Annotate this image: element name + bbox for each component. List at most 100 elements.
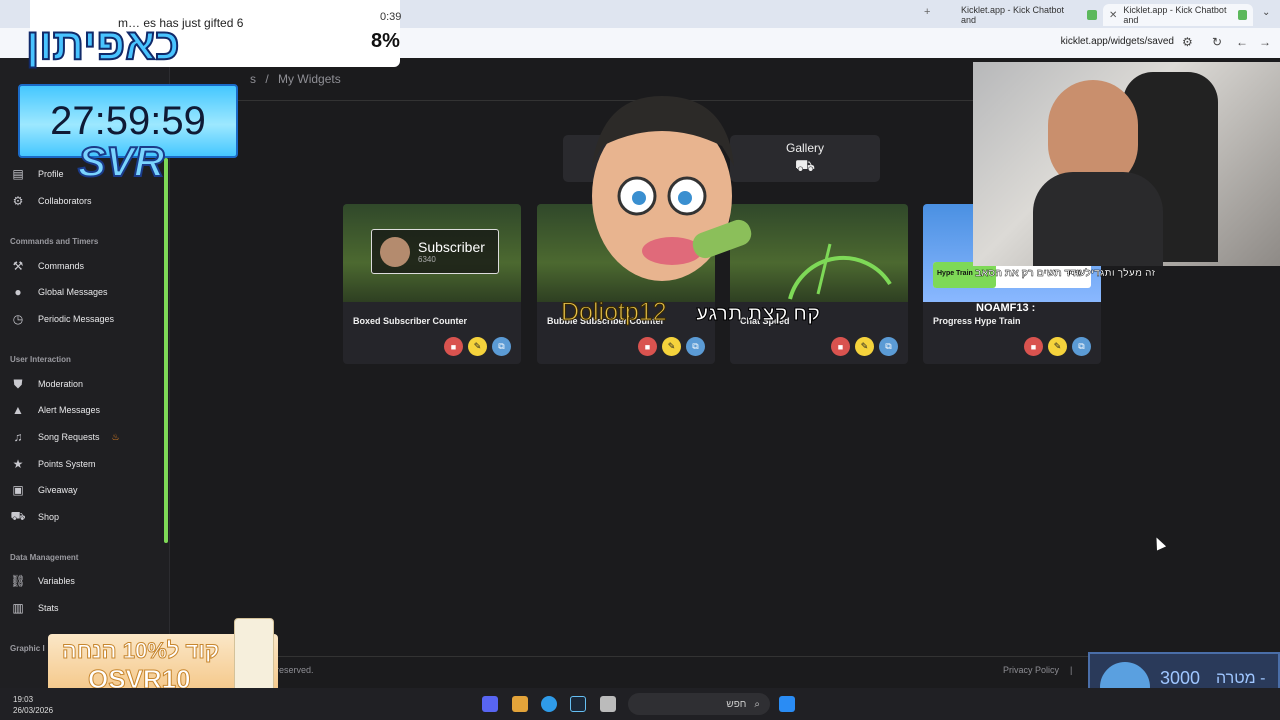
forward-icon[interactable]: → — [1259, 35, 1271, 49]
copy-icon: ⧉ — [498, 341, 505, 351]
sidebar-item-label: Stats — [38, 603, 59, 613]
delete-widget-button[interactable]: ■ — [831, 337, 850, 356]
sidebar-item-commands[interactable]: ⚒ Commands — [10, 257, 84, 275]
webcam-feed — [973, 62, 1280, 266]
duplicate-widget-button[interactable]: ⧉ — [492, 337, 511, 356]
streamer-body — [1033, 172, 1163, 266]
copy-icon: ⧉ — [692, 341, 699, 351]
close-tab-icon[interactable]: ✕ — [1109, 10, 1117, 21]
edit-widget-button[interactable]: ✎ — [468, 337, 487, 356]
trash-icon: ■ — [450, 341, 457, 352]
wrench-icon: ⚒ — [12, 259, 24, 273]
url-field[interactable]: kicklet.app/widgets/saved — [1061, 36, 1174, 47]
edit-widget-button[interactable]: ✎ — [662, 337, 681, 356]
breadcrumb-parent[interactable]: s — [250, 72, 256, 86]
chat-icon: ● — [14, 285, 22, 299]
edit-widget-button[interactable]: ✎ — [1048, 337, 1067, 356]
delete-widget-button[interactable]: ■ — [638, 337, 657, 356]
section-data-management: Data Management — [10, 553, 79, 562]
sidebar-item-song-requests[interactable]: ♫ Song Requests ♨ — [10, 428, 120, 446]
section-user-interaction: User Interaction — [10, 355, 71, 364]
back-icon[interactable]: ← — [1236, 35, 1248, 49]
taskbar-search[interactable]: חפש ⌕ — [628, 693, 770, 715]
copy-icon: ⧉ — [1078, 341, 1085, 351]
sidebar-item-points-system[interactable]: ★ Points System — [10, 455, 96, 473]
steam-icon[interactable] — [570, 696, 586, 712]
kicklet-favicon-icon — [1238, 10, 1247, 20]
task-view-icon[interactable] — [600, 696, 616, 712]
sidebar-item-periodic-messages[interactable]: ◷ Periodic Messages — [10, 310, 114, 328]
delete-widget-button[interactable]: ■ — [444, 337, 463, 356]
goal-target: 3000 — [1160, 668, 1201, 688]
shield-icon: ⛊ — [13, 376, 23, 391]
clock[interactable]: 19:03 26/03/2026 — [13, 694, 53, 716]
mouse-cursor-icon — [1151, 535, 1167, 551]
discord-icon[interactable] — [482, 696, 498, 712]
sidebar-item-moderation[interactable]: ⛊ Moderation — [10, 375, 83, 393]
sidebar-item-label: Variables — [38, 576, 75, 586]
trash-icon: ■ — [1030, 341, 1037, 352]
reload-icon[interactable]: ↻ — [1212, 35, 1222, 49]
copyright-text: reserved. — [276, 665, 314, 675]
chat-username: NOAMF13 : — [976, 302, 1036, 314]
sidebar-item-global-messages[interactable]: ● Global Messages — [10, 283, 108, 301]
link-icon: ⛓ — [10, 574, 26, 588]
sidebar-scrollbar[interactable] — [164, 158, 168, 543]
tab-title: Kicklet.app - Kick Chatbot and — [961, 5, 1065, 25]
warning-icon: ▲ — [12, 403, 24, 417]
pencil-icon: ✎ — [860, 341, 869, 351]
sidebar-item-collaborators[interactable]: ⚙ Collaborators — [10, 192, 92, 210]
clock-icon: ◷ — [12, 312, 24, 326]
channel-tag: SVR — [77, 137, 165, 186]
sidebar-item-alert-messages[interactable]: ▲ Alert Messages — [10, 401, 100, 419]
chrome-icon[interactable] — [541, 696, 557, 712]
profile-icon: ▤ — [12, 167, 24, 181]
sidebar-item-label: Periodic Messages — [38, 314, 115, 324]
sidebar-item-profile[interactable]: ▤ Profile — [10, 165, 64, 183]
promo-text: קוד ל10% הנחה — [61, 638, 220, 664]
windows-start-icon[interactable] — [779, 696, 795, 712]
app-icon[interactable] — [512, 696, 528, 712]
duplicate-widget-button[interactable]: ⧉ — [1072, 337, 1091, 356]
clock-time: 19:03 — [13, 695, 34, 704]
browser-tab[interactable]: Kicklet.app - Kick Chatbot and — [955, 4, 1103, 26]
streamer-avatar-overlay — [592, 96, 752, 281]
subscriber-label: Subscriber — [418, 239, 485, 255]
duplicate-widget-button[interactable]: ⧉ — [686, 337, 705, 356]
sidebar-item-giveaway[interactable]: ▣ Giveaway — [10, 481, 77, 499]
breadcrumb: s / My Widgets — [250, 72, 341, 86]
scrolling-ticker: זה מעלך ותגדילעודד תשים רק את הסאב — [975, 268, 1156, 279]
section-graphic: Graphic I — [10, 644, 45, 653]
cart-icon: ⛟ — [10, 509, 26, 523]
tab-list-chevron-icon[interactable]: ⌄ — [1262, 7, 1270, 18]
sidebar-item-stats[interactable]: ▥ Stats — [10, 599, 59, 617]
search-icon: ⌕ — [754, 698, 760, 710]
sidebar-item-label: Moderation — [38, 379, 84, 389]
sidebar-item-label: Global Messages — [38, 287, 108, 297]
widget-preview: Subscriber 6340 — [343, 204, 521, 302]
new-tab-icon[interactable]: + — [924, 6, 930, 18]
browser-tab-active[interactable]: ✕ Kicklet.app - Kick Chatbot and — [1103, 4, 1253, 26]
gauge-needle — [816, 243, 832, 295]
gift-icon: ▣ — [12, 483, 24, 497]
sidebar-item-variables[interactable]: ⛓ Variables — [10, 572, 75, 590]
sidebar-item-label: Commands — [38, 261, 85, 271]
duplicate-widget-button[interactable]: ⧉ — [879, 337, 898, 356]
edit-widget-button[interactable]: ✎ — [855, 337, 874, 356]
gift-timer: 0:39 — [380, 11, 402, 23]
sidebar-item-shop[interactable]: ⛟ Shop — [10, 508, 59, 526]
sidebar-item-label: Profile — [38, 169, 64, 179]
trash-icon: ■ — [837, 341, 844, 352]
star-icon: ★ — [12, 457, 24, 471]
search-placeholder: חפש — [726, 698, 747, 710]
site-settings-icon[interactable]: ⚙ — [1182, 35, 1193, 49]
pencil-icon: ✎ — [1053, 341, 1062, 351]
widget-card[interactable]: Subscriber 6340 Boxed Subscriber Counter… — [343, 204, 521, 364]
delete-widget-button[interactable]: ■ — [1024, 337, 1043, 356]
music-icon: ♫ — [13, 430, 23, 444]
privacy-policy-link[interactable]: Privacy Policy — [1003, 665, 1059, 675]
pencil-icon: ✎ — [667, 341, 676, 351]
chart-icon: ▥ — [12, 601, 24, 615]
cart-icon: ⛟ — [794, 157, 816, 175]
breadcrumb-separator: / — [265, 72, 269, 86]
